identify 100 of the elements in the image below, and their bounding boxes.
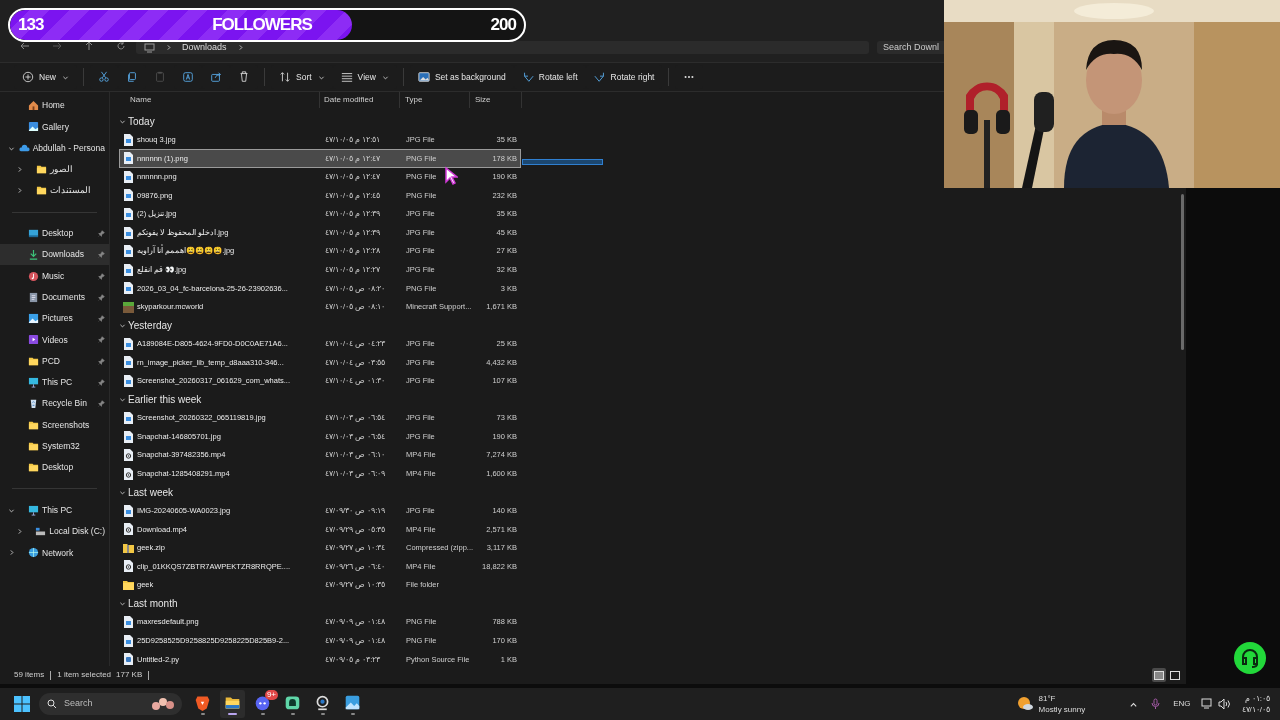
- taskbar-app-button[interactable]: [220, 690, 245, 718]
- item-label: This PC: [42, 503, 74, 517]
- sidebar-item[interactable]: Videos: [0, 329, 109, 351]
- item-label: Documents: [42, 290, 86, 304]
- video-icon: [28, 334, 39, 346]
- weather-condition: Mostly sunny: [1038, 704, 1086, 715]
- sidebar-item[interactable]: System32: [0, 435, 109, 458]
- sidebar-item[interactable]: Network: [0, 542, 109, 564]
- microphone-icon[interactable]: [1151, 698, 1161, 710]
- refresh-icon[interactable]: [116, 41, 126, 51]
- search-icon: [47, 699, 57, 709]
- chevron-icon[interactable]: [16, 187, 23, 195]
- python-file-icon: [123, 653, 134, 666]
- image-file-icon: [123, 133, 134, 146]
- copy-icon: [126, 71, 138, 83]
- details-view-button[interactable]: [1152, 668, 1166, 682]
- item-label: Downloads: [42, 248, 86, 262]
- sidebar-item[interactable]: Gallery: [0, 116, 109, 138]
- status-text: 1 item selected: [57, 669, 112, 681]
- sidebar-item[interactable]: This PC: [0, 499, 109, 521]
- chevron-icon[interactable]: [16, 528, 23, 536]
- chevron-icon[interactable]: [16, 166, 23, 174]
- network-icon[interactable]: [1200, 698, 1214, 710]
- folder-icon: [123, 578, 134, 591]
- sidebar-item[interactable]: Desktop: [0, 222, 109, 245]
- sidebar-item[interactable]: Screenshots: [0, 414, 109, 436]
- back-icon[interactable]: [20, 41, 30, 51]
- sidebar-item[interactable]: الصور: [0, 158, 109, 181]
- image-file-icon: [123, 356, 134, 369]
- clock-date[interactable]: ٤٧/١٠/٠٥: [1241, 704, 1270, 715]
- tile-view-icon: [1170, 670, 1180, 680]
- cloud-icon: [18, 142, 30, 154]
- image-file-icon: [123, 282, 134, 295]
- pin-icon[interactable]: [98, 379, 105, 386]
- notification-badge: 9+: [264, 690, 278, 700]
- video-file-icon: [123, 467, 134, 480]
- up-icon[interactable]: [84, 41, 94, 51]
- sidebar-item[interactable]: Local Disk (C:): [0, 520, 109, 543]
- status-text: 177 KB: [116, 669, 143, 681]
- column-header[interactable]: Date modified: [324, 94, 374, 106]
- tiles-view-button[interactable]: [1168, 668, 1182, 682]
- item-label: Music: [42, 269, 66, 283]
- folder-icon: [28, 462, 39, 474]
- chevron-icon[interactable]: [165, 44, 172, 51]
- image-file-icon: [123, 170, 134, 183]
- column-header[interactable]: Type: [405, 94, 423, 106]
- taskbar-search-field[interactable]: Search: [39, 693, 182, 715]
- group-header[interactable]: Last week: [128, 484, 174, 500]
- folder-icon: [36, 164, 47, 176]
- sidebar-item[interactable]: Downloads: [0, 244, 109, 266]
- image-file-icon: [123, 634, 134, 647]
- group-header[interactable]: Yesterday: [128, 317, 173, 333]
- sidebar-item[interactable]: Documents: [0, 286, 109, 308]
- clock-time[interactable]: ٠١:٠٥ م: [1244, 693, 1270, 704]
- sidebar-item[interactable]: Home: [0, 95, 109, 117]
- sidebar-item[interactable]: Recycle Bin: [0, 393, 109, 415]
- pin-icon[interactable]: [98, 336, 105, 344]
- sort-icon: [279, 71, 291, 83]
- breadcrumb-item[interactable]: Downloads: [182, 40, 227, 55]
- sidebar-item[interactable]: This PC: [0, 371, 109, 394]
- weather-icon: [1016, 696, 1033, 712]
- image-file-icon: [123, 152, 134, 165]
- sidebar-item[interactable]: Music: [0, 265, 109, 287]
- group-header[interactable]: Today: [128, 113, 155, 129]
- sidebar-item[interactable]: PCD: [0, 350, 109, 372]
- status-text: 59 items: [14, 669, 45, 681]
- chevron-icon[interactable]: [8, 549, 15, 557]
- headset-icon[interactable]: [1234, 642, 1266, 674]
- language-indicator[interactable]: ENG: [1173, 698, 1191, 710]
- chevron-icon[interactable]: [119, 600, 126, 607]
- volume-icon[interactable]: [1217, 698, 1230, 710]
- pin-icon[interactable]: [98, 251, 105, 259]
- windows-icon: [14, 696, 30, 712]
- pin-icon[interactable]: [98, 293, 105, 301]
- address-field[interactable]: Downloads: [136, 41, 869, 54]
- item-label: Home: [42, 99, 66, 112]
- monitor-icon: [28, 504, 39, 516]
- search-field[interactable]: Search Downl: [877, 41, 947, 54]
- sidebar-item[interactable]: Abdullah - Persona: [0, 137, 109, 159]
- group-header[interactable]: Last month: [128, 596, 178, 611]
- pin-icon[interactable]: [98, 229, 105, 237]
- group-header[interactable]: Earlier this week: [128, 391, 202, 407]
- pin-icon[interactable]: [98, 315, 105, 323]
- taskbar-app-button[interactable]: 9+: [250, 690, 275, 718]
- goal-count: 200: [490, 14, 516, 37]
- sidebar-item[interactable]: Pictures: [0, 307, 109, 330]
- column-header[interactable]: Size: [475, 94, 491, 106]
- column-header[interactable]: Name: [130, 94, 152, 106]
- pin-icon[interactable]: [98, 400, 105, 408]
- image-file-icon: [123, 430, 134, 443]
- search-placeholder: Search: [64, 697, 93, 711]
- image-file-icon: [123, 412, 134, 424]
- start-button[interactable]: [12, 694, 32, 714]
- sidebar-item[interactable]: Desktop: [0, 457, 109, 479]
- pin-icon[interactable]: [98, 357, 105, 365]
- pin-icon[interactable]: [98, 272, 105, 280]
- forward-icon[interactable]: [52, 41, 62, 51]
- sidebar-item[interactable]: المستندات: [0, 180, 109, 202]
- plus-icon: [22, 71, 34, 83]
- desktop-icon: [28, 227, 39, 239]
